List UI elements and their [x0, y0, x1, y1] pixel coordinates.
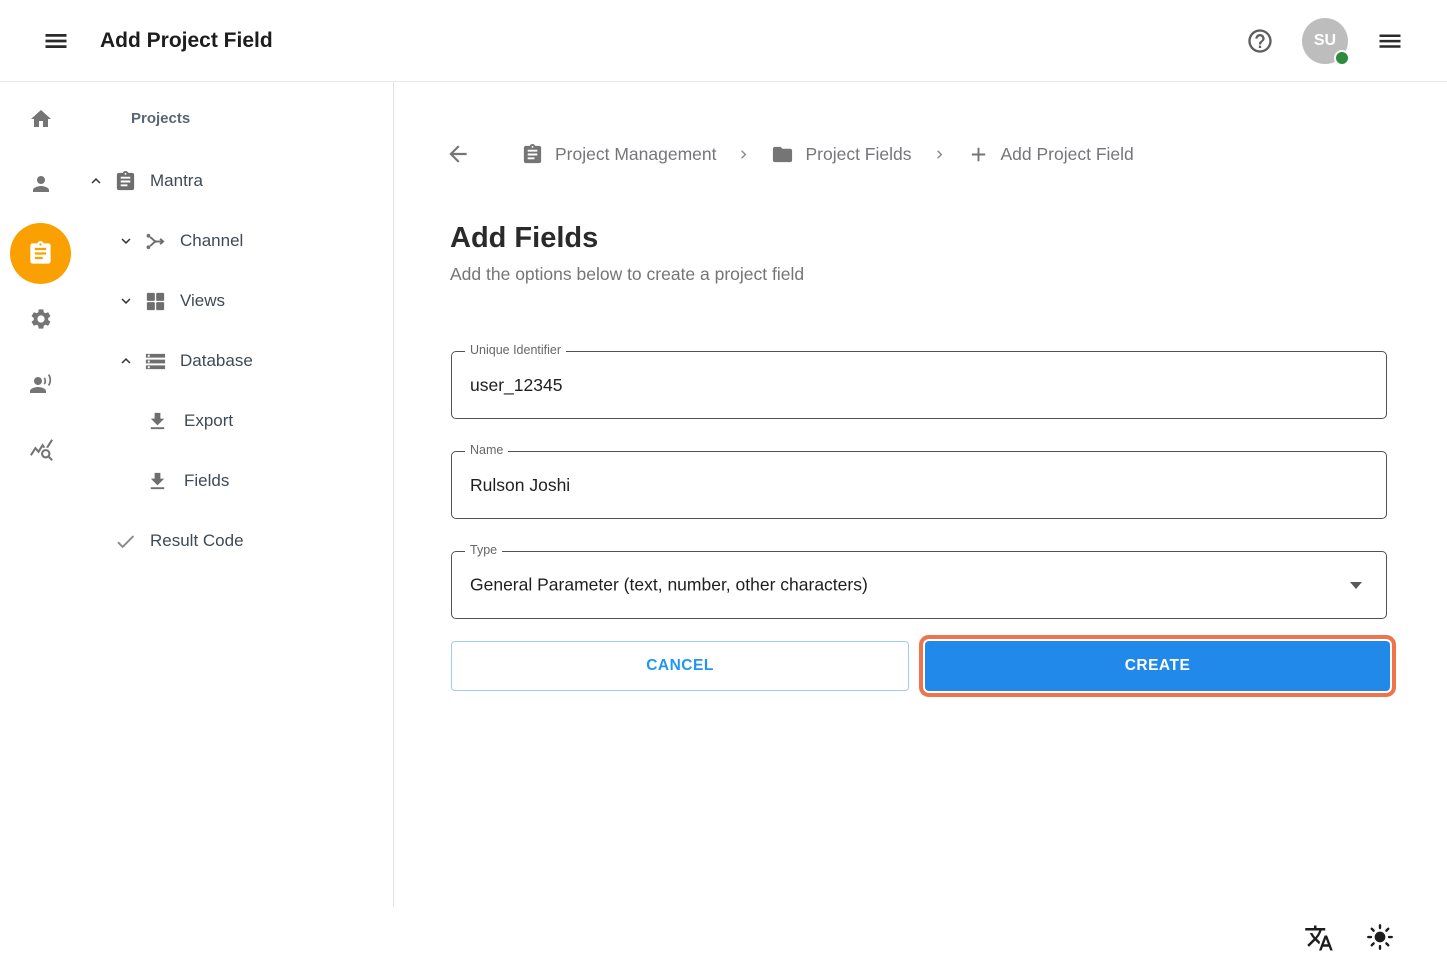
sidebar-item-label: Views	[180, 291, 225, 311]
analytics-search-icon[interactable]	[29, 437, 53, 461]
download-icon	[146, 410, 169, 433]
avatar-initials: SU	[1314, 32, 1336, 50]
help-icon[interactable]	[1246, 27, 1274, 55]
online-status-dot	[1334, 50, 1350, 66]
sidebar-item-channel[interactable]: Channel	[117, 228, 243, 254]
sidebar-item-fields[interactable]: Fields	[146, 468, 229, 494]
breadcrumb: Project Management Project Fields Add Pr…	[445, 139, 1134, 169]
type-select[interactable]: Type General Parameter (text, number, ot…	[451, 551, 1387, 619]
sidebar-item-label: Mantra	[150, 171, 203, 191]
chevron-up-icon[interactable]	[117, 352, 135, 370]
clipboard-icon	[521, 143, 544, 166]
name-input[interactable]	[470, 452, 1350, 518]
sidebar-item-label: Export	[184, 411, 233, 431]
breadcrumb-label: Project Fields	[805, 144, 911, 165]
back-arrow-icon[interactable]	[445, 141, 471, 167]
chevron-down-icon[interactable]	[117, 232, 135, 250]
sidebar-item-views[interactable]: Views	[117, 288, 225, 314]
unique-identifier-field: Unique Identifier	[451, 351, 1387, 419]
grid-views-icon	[144, 290, 167, 313]
user-icon[interactable]	[29, 172, 53, 196]
sidebar-item-label: Database	[180, 351, 253, 371]
chevron-right-icon	[735, 146, 752, 163]
form-title: Add Fields	[450, 222, 598, 255]
page-title: Add Project Field	[100, 0, 273, 82]
breadcrumb-item-add-project-field: Add Project Field	[967, 143, 1134, 166]
sidebar-item-label: Channel	[180, 231, 243, 251]
chevron-right-icon	[931, 146, 948, 163]
main-content: Project Management Project Fields Add Pr…	[394, 82, 1447, 970]
database-icon	[144, 350, 167, 373]
brightness-icon[interactable]	[1365, 922, 1395, 952]
unique-identifier-input[interactable]	[470, 352, 1350, 418]
folder-icon	[771, 143, 794, 166]
channel-split-icon	[144, 230, 167, 253]
sidebar: Projects Mantra Channel Views Database E…	[0, 82, 394, 907]
cancel-button[interactable]: CANCEL	[451, 641, 909, 691]
avatar[interactable]: SU	[1302, 18, 1348, 64]
sidebar-section-title: Projects	[131, 110, 190, 127]
translate-icon[interactable]	[1304, 923, 1334, 953]
sidebar-item-result-code[interactable]: Result Code	[114, 528, 244, 554]
sidebar-item-mantra[interactable]: Mantra	[87, 168, 203, 194]
clipboard-icon	[27, 240, 54, 267]
clipboard-icon	[114, 170, 137, 193]
sidebar-item-label: Result Code	[150, 531, 244, 551]
name-field: Name	[451, 451, 1387, 519]
sidebar-item-database[interactable]: Database	[117, 348, 253, 374]
type-selected-value: General Parameter (text, number, other c…	[470, 575, 868, 596]
sidebar-item-label: Fields	[184, 471, 229, 491]
chevron-up-icon[interactable]	[87, 172, 105, 190]
settings-gear-icon[interactable]	[29, 307, 53, 331]
menu-icon[interactable]	[42, 27, 70, 55]
dropdown-caret-icon	[1350, 582, 1362, 589]
breadcrumb-label: Add Project Field	[1001, 144, 1134, 165]
sidebar-item-export[interactable]: Export	[146, 408, 233, 434]
create-button[interactable]: CREATE	[925, 641, 1390, 691]
form-subtitle: Add the options below to create a projec…	[450, 264, 804, 285]
home-icon[interactable]	[29, 107, 53, 131]
breadcrumb-item-project-management[interactable]: Project Management	[521, 143, 716, 166]
breadcrumb-label: Project Management	[555, 144, 716, 165]
app-window: Add Project Field SU	[0, 0, 1447, 970]
voice-user-icon[interactable]	[29, 372, 53, 396]
breadcrumb-item-project-fields[interactable]: Project Fields	[771, 143, 911, 166]
top-bar: Add Project Field SU	[0, 0, 1447, 82]
type-label: Type	[465, 543, 502, 557]
plus-icon	[967, 143, 990, 166]
overflow-menu-icon[interactable]	[1376, 27, 1404, 55]
download-icon	[146, 470, 169, 493]
checkmark-icon	[114, 530, 137, 553]
projects-active-icon[interactable]	[10, 223, 71, 284]
chevron-down-icon[interactable]	[117, 292, 135, 310]
